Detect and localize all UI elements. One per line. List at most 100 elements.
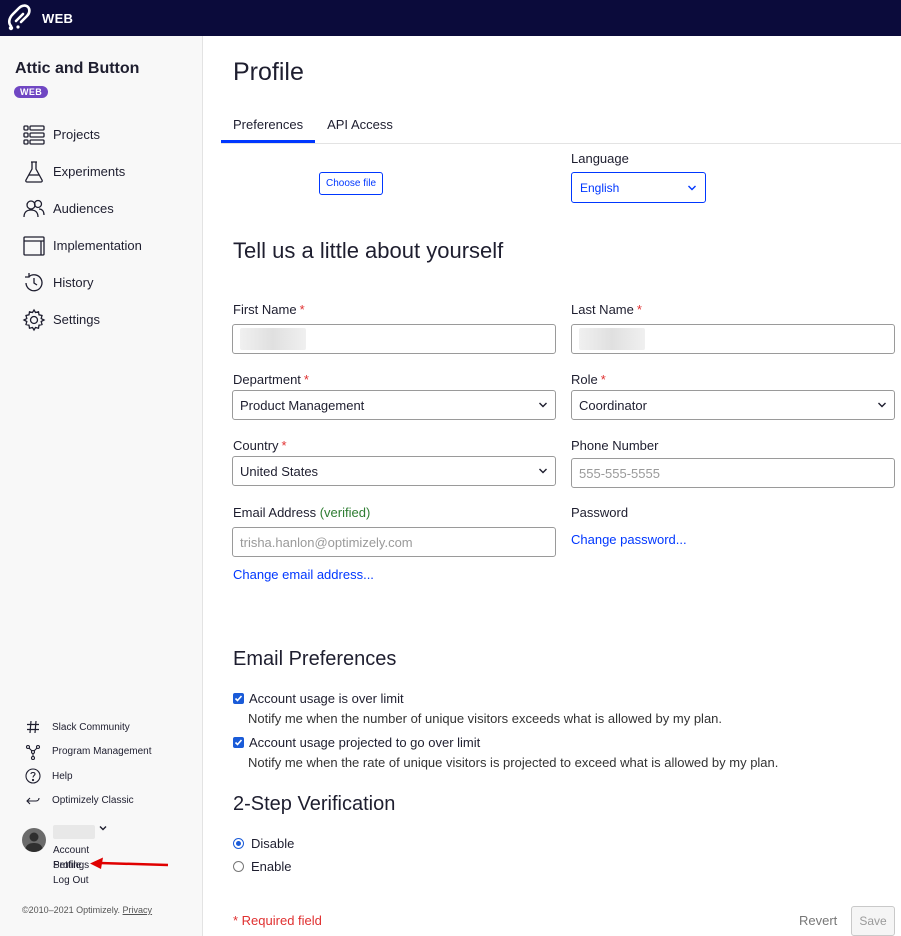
password-label: Password [571,505,629,520]
phone-placeholder: 555-555-5555 [579,465,660,481]
first-name-label: First Name * [233,302,305,317]
account-settings-link[interactable]: Account Settings [53,843,89,871]
help-link[interactable]: Help [25,764,152,789]
log-out-link[interactable]: Log Out [53,873,89,888]
chevron-down-icon[interactable] [99,824,107,835]
last-name-field[interactable] [571,324,895,354]
sidebar-item-label: Projects [53,127,100,142]
radio-disable[interactable]: Disable [233,836,294,851]
audiences-icon [23,199,45,217]
network-icon [25,744,41,760]
project-type-badge: WEB [14,86,49,98]
optimizely-classic-link[interactable]: Optimizely Classic [25,789,152,814]
redacted-value [240,328,306,350]
required-marker: * [299,302,305,317]
tabs: Preferences API Access [221,114,405,143]
country-label-text: Country [233,438,279,453]
two-step-title: 2-Step Verification [233,793,396,815]
copyright-text: ©2010–2021 Optimizely. [22,905,121,915]
chevron-down-icon [688,185,696,190]
pref-over-limit[interactable]: Account usage is over limit [233,691,404,706]
required-marker: * [303,372,309,387]
tabs-divider [221,143,901,144]
footer-link-label: Program Management [52,746,152,758]
back-arrow-icon [26,797,40,805]
checkbox-checked-icon[interactable] [233,693,244,704]
hash-icon [27,721,39,734]
role-label-text: Role [571,372,598,387]
required-marker: * [600,372,606,387]
first-name-field[interactable] [232,324,556,354]
gear-icon [22,308,46,331]
checkbox-checked-icon[interactable] [233,737,244,748]
sidebar-item-audiences[interactable]: Audiences [22,190,142,227]
change-password-link[interactable]: Change password... [571,532,687,547]
radio-unselected-icon[interactable] [233,861,244,872]
email-verified-badge: (verified) [319,505,371,520]
sidebar-item-label: Implementation [53,238,142,253]
chevron-down-icon [878,402,886,408]
pref-description: Notify me when the rate of unique visito… [248,755,779,770]
sidebar-item-projects[interactable]: Projects [22,116,142,153]
country-select[interactable]: United States [232,456,556,486]
footer-link-label: Slack Community [52,721,130,733]
chevron-down-icon [539,468,547,474]
history-icon [25,272,43,291]
department-label-text: Department [233,372,301,387]
role-label: Role * [571,372,606,387]
radio-label: Disable [251,836,295,851]
language-select[interactable]: English [571,172,706,203]
sidebar-item-label: Settings [53,312,100,327]
project-title[interactable]: Attic and Button [15,60,139,78]
change-email-link[interactable]: Change email address... [233,567,374,582]
revert-button[interactable]: Revert [799,913,837,928]
sidebar-item-implementation[interactable]: Implementation [22,227,142,264]
sidebar-item-settings[interactable]: Settings [22,301,142,338]
tab-api-access[interactable]: API Access [315,114,405,143]
pref-title: Account usage projected to go over limit [249,735,481,750]
user-name-redacted[interactable] [53,825,95,839]
avatar[interactable] [22,828,46,852]
country-value: United States [240,463,319,479]
radio-enable[interactable]: Enable [233,859,291,874]
radio-selected-icon[interactable] [233,838,244,849]
sidebar-item-experiments[interactable]: Experiments [22,153,142,190]
red-arrow-annotation-icon [90,857,169,869]
sidebar-item-label: Audiences [53,201,114,216]
page-title: Profile [233,58,304,86]
last-name-label: Last Name * [571,302,642,317]
question-icon [25,768,41,784]
sidebar-item-history[interactable]: History [22,264,142,301]
privacy-link[interactable]: Privacy [123,905,153,915]
phone-field[interactable]: 555-555-5555 [571,458,895,488]
first-name-label-text: First Name [233,302,297,317]
slack-community-link[interactable]: Slack Community [25,715,152,740]
department-label: Department * [233,372,309,387]
last-name-label-text: Last Name [571,302,634,317]
email-field: trisha.hanlon@optimizely.com [232,527,556,557]
implementation-icon [23,235,45,256]
sidebar-footer-links: Slack Community Program Management Help … [25,715,152,813]
tab-preferences[interactable]: Preferences [221,114,316,143]
required-marker: * [636,302,642,317]
program-management-link[interactable]: Program Management [25,740,152,765]
footer-link-label: Help [52,770,73,782]
department-select[interactable]: Product Management [232,390,556,420]
main-content: Profile Preferences API Access Choose fi… [203,36,901,936]
projects-icon [23,124,45,145]
pref-title: Account usage is over limit [249,691,404,706]
optimizely-logo-icon[interactable] [6,0,36,36]
department-value: Product Management [240,397,365,413]
copyright: ©2010–2021 Optimizely. Privacy [22,905,152,915]
sidebar-nav: Projects Experiments Audiences Implement… [22,116,142,338]
sidebar: Attic and Button WEB Projects Experiment… [0,36,203,936]
phone-label: Phone Number [571,438,659,453]
flask-icon [25,160,43,183]
pref-projected-over-limit[interactable]: Account usage projected to go over limit [233,735,480,750]
footer-link-label: Optimizely Classic [52,795,134,807]
save-button[interactable]: Save [851,906,895,936]
product-name: WEB [42,10,74,26]
choose-file-button[interactable]: Choose file [319,172,384,195]
role-select[interactable]: Coordinator [571,390,895,420]
email-label: Email Address (verified) [233,505,370,520]
